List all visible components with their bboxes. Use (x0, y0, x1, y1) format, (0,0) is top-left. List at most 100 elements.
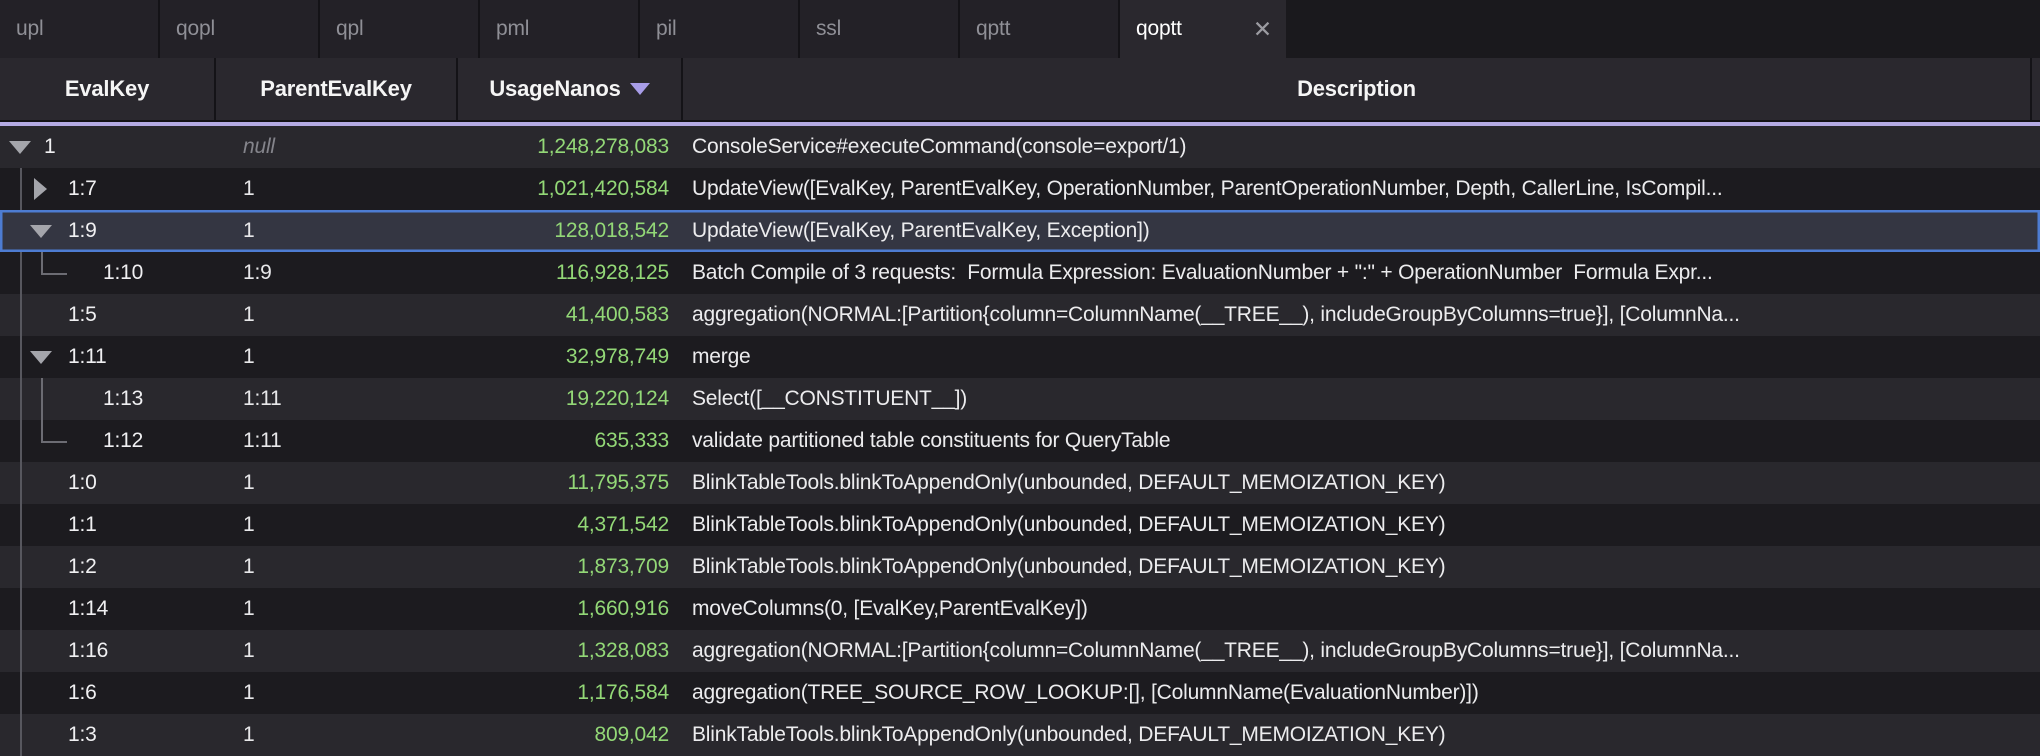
parentevalkey-cell: 1 (216, 462, 458, 504)
usagenanos-cell: 128,018,542 (458, 210, 683, 252)
parentevalkey-cell: 1 (216, 588, 458, 630)
table-row[interactable]: 1:0 1 11,795,375 BlinkTableTools.blinkTo… (0, 462, 2040, 504)
evalkey-cell: 1:10 (0, 252, 216, 294)
parentevalkey-cell: 1 (216, 546, 458, 588)
table-row[interactable]: 1:12 1:11 635,333 validate partitioned t… (0, 420, 2040, 462)
table-row[interactable]: 1:6 1 1,176,584 aggregation(TREE_SOURCE_… (0, 672, 2040, 714)
usagenanos-cell: 32,978,749 (458, 336, 683, 378)
tab-ssl[interactable]: ssl (800, 0, 960, 58)
expand-icon[interactable] (34, 178, 47, 200)
tab-qpl[interactable]: qpl (320, 0, 480, 58)
evalkey-value: 1:13 (103, 378, 143, 420)
evalkey-value: 1:7 (68, 168, 97, 210)
description-cell: aggregation(NORMAL:[Partition{column=Col… (683, 630, 2040, 672)
evalkey-value: 1:14 (68, 588, 108, 630)
evalkey-value: 1:1 (68, 504, 97, 546)
description-cell: BlinkTableTools.blinkToAppendOnly(unboun… (683, 714, 2040, 756)
column-header-label: UsageNanos (489, 58, 620, 120)
tab-upl[interactable]: upl (0, 0, 160, 58)
parentevalkey-cell: 1 (216, 294, 458, 336)
table-row-selected[interactable]: 1:9 1 128,018,542 UpdateView([EvalKey, P… (0, 210, 2040, 252)
evalkey-value: 1 (44, 126, 55, 168)
tree-guide-line (20, 168, 22, 756)
description-cell: Select([__CONSTITUENT__]) (683, 378, 2040, 420)
evalkey-cell: 1:11 (0, 336, 216, 378)
tab-label: qoptt (1136, 0, 1182, 58)
evalkey-value: 1:16 (68, 630, 108, 672)
collapse-icon[interactable] (30, 351, 52, 364)
tab-label: pil (656, 0, 676, 58)
evalkey-cell: 1:12 (0, 420, 216, 462)
column-header-description[interactable]: Description (683, 58, 2032, 120)
usagenanos-cell: 1,660,916 (458, 588, 683, 630)
usagenanos-cell: 11,795,375 (458, 462, 683, 504)
tab-pil[interactable]: pil (640, 0, 800, 58)
header-filler (2032, 58, 2038, 120)
description-cell: validate partitioned table constituents … (683, 420, 2040, 462)
usagenanos-cell: 19,220,124 (458, 378, 683, 420)
table-row[interactable]: 1:2 1 1,873,709 BlinkTableTools.blinkToA… (0, 546, 2040, 588)
tab-label: upl (16, 0, 43, 58)
table-row[interactable]: 1:3 1 809,042 BlinkTableTools.blinkToApp… (0, 714, 2040, 756)
close-icon[interactable]: ✕ (1243, 0, 1272, 58)
table-row[interactable]: 1:14 1 1,660,916 moveColumns(0, [EvalKey… (0, 588, 2040, 630)
evalkey-cell: 1:16 (0, 630, 216, 672)
parentevalkey-cell: 1 (216, 336, 458, 378)
evalkey-value: 1:11 (68, 336, 107, 378)
usagenanos-cell: 41,400,583 (458, 294, 683, 336)
description-cell: BlinkTableTools.blinkToAppendOnly(unboun… (683, 546, 2040, 588)
tab-qoptt-active[interactable]: qoptt ✕ (1120, 0, 1286, 58)
table-body: 1 null 1,248,278,083 ConsoleService#exec… (0, 126, 2040, 756)
parentevalkey-cell: 1 (216, 504, 458, 546)
table-row[interactable]: 1:13 1:11 19,220,124 Select([__CONSTITUE… (0, 378, 2040, 420)
parentevalkey-cell: 1:11 (216, 420, 458, 462)
evalkey-cell: 1:14 (0, 588, 216, 630)
table-row[interactable]: 1:5 1 41,400,583 aggregation(NORMAL:[Par… (0, 294, 2040, 336)
evalkey-cell: 1:13 (0, 378, 216, 420)
description-cell: ConsoleService#executeCommand(console=ex… (683, 126, 2040, 168)
sort-desc-icon (630, 83, 650, 95)
parentevalkey-cell: 1 (216, 672, 458, 714)
table-row[interactable]: 1:16 1 1,328,083 aggregation(NORMAL:[Par… (0, 630, 2040, 672)
tab-label: pml (496, 0, 529, 58)
usagenanos-cell: 4,371,542 (458, 504, 683, 546)
usagenanos-cell: 1,873,709 (458, 546, 683, 588)
column-header-parentevalkey[interactable]: ParentEvalKey (216, 58, 458, 120)
parentevalkey-cell: 1 (216, 210, 458, 252)
parentevalkey-cell: null (216, 126, 458, 168)
parentevalkey-cell: 1 (216, 630, 458, 672)
column-header-usagenanos[interactable]: UsageNanos (458, 58, 683, 120)
usagenanos-cell: 635,333 (458, 420, 683, 462)
usagenanos-cell: 1,021,420,584 (458, 168, 683, 210)
table-row[interactable]: 1:11 1 32,978,749 merge (0, 336, 2040, 378)
tab-label: qopl (176, 0, 215, 58)
evalkey-cell: 1 (0, 126, 216, 168)
column-header-label: EvalKey (65, 58, 149, 120)
description-cell: merge (683, 336, 2040, 378)
table-row[interactable]: 1 null 1,248,278,083 ConsoleService#exec… (0, 126, 2040, 168)
table-row[interactable]: 1:10 1:9 116,928,125 Batch Compile of 3 … (0, 252, 2040, 294)
tree-elbow-connector (41, 252, 67, 275)
usagenanos-cell: 1,328,083 (458, 630, 683, 672)
collapse-icon[interactable] (30, 225, 52, 238)
description-cell: Batch Compile of 3 requests: Formula Exp… (683, 252, 2040, 294)
evalkey-value: 1:5 (68, 294, 97, 336)
tab-qopl[interactable]: qopl (160, 0, 320, 58)
usagenanos-cell: 1,176,584 (458, 672, 683, 714)
collapse-icon[interactable] (9, 141, 31, 154)
description-cell: aggregation(NORMAL:[Partition{column=Col… (683, 294, 2040, 336)
evalkey-value: 1:3 (68, 714, 97, 756)
evalkey-cell: 1:6 (0, 672, 216, 714)
table-row[interactable]: 1:7 1 1,021,420,584 UpdateView([EvalKey,… (0, 168, 2040, 210)
column-header-label: Description (1297, 58, 1416, 120)
description-cell: aggregation(TREE_SOURCE_ROW_LOOKUP:[], [… (683, 672, 2040, 714)
table-row[interactable]: 1:1 1 4,371,542 BlinkTableTools.blinkToA… (0, 504, 2040, 546)
tab-qptt[interactable]: qptt (960, 0, 1120, 58)
tab-pml[interactable]: pml (480, 0, 640, 58)
description-cell: moveColumns(0, [EvalKey,ParentEvalKey]) (683, 588, 2040, 630)
evalkey-value: 1:9 (68, 210, 97, 252)
evalkey-cell: 1:0 (0, 462, 216, 504)
description-cell: UpdateView([EvalKey, ParentEvalKey, Exce… (683, 210, 2040, 252)
column-header-evalkey[interactable]: EvalKey (0, 58, 216, 120)
evalkey-cell: 1:2 (0, 546, 216, 588)
